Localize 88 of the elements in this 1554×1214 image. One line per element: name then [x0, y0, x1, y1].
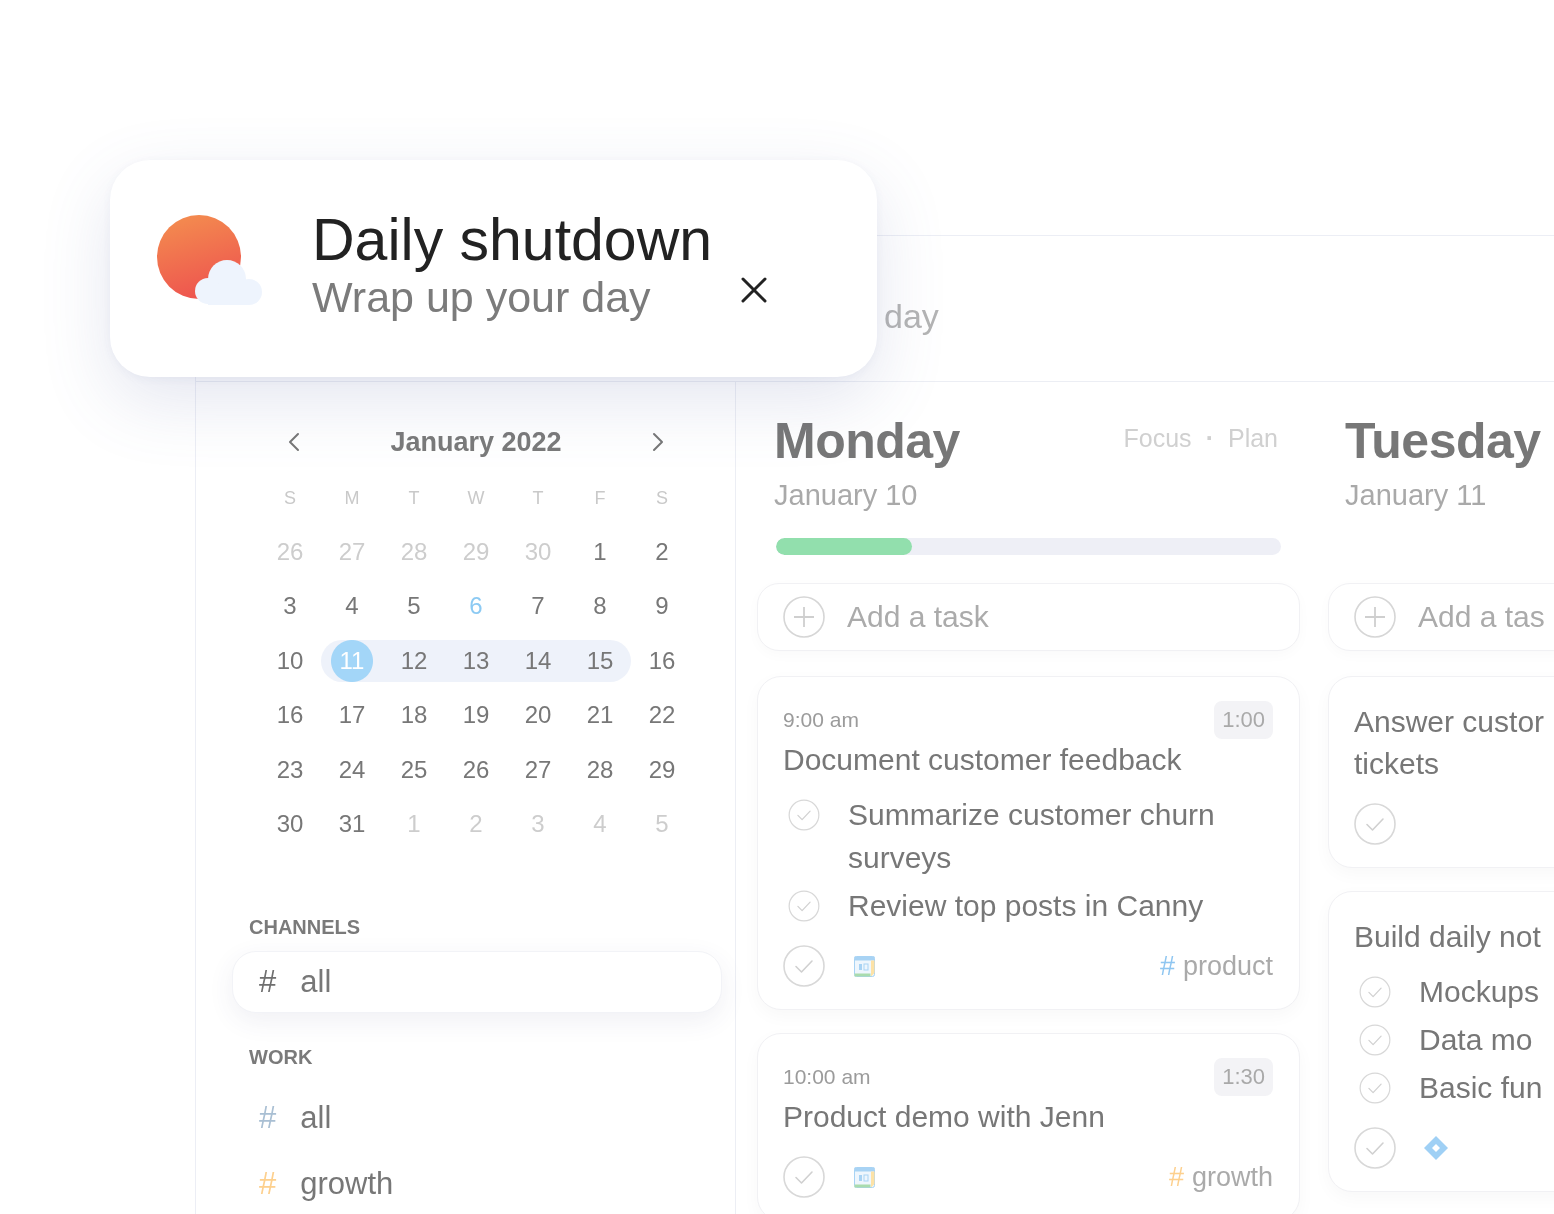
- sun-cloud-icon: [157, 215, 263, 305]
- calendar-day[interactable]: 30: [259, 802, 321, 845]
- subtask-text: Basic fun: [1419, 1070, 1543, 1106]
- calendar-day[interactable]: 14: [507, 639, 569, 682]
- calendar-day[interactable]: 20: [507, 694, 569, 737]
- calendar-day[interactable]: 12: [383, 639, 445, 682]
- check-circle-icon[interactable]: [1359, 975, 1391, 1008]
- task-card[interactable]: Answer custor tickets: [1328, 676, 1554, 868]
- dot-separator: ·: [1205, 423, 1214, 453]
- add-task-button[interactable]: Add a task: [757, 583, 1300, 651]
- calendar-day[interactable]: 17: [321, 694, 383, 737]
- task-card[interactable]: 10:00 am 1:30 Product demo with Jenn # growth: [757, 1033, 1300, 1214]
- day-title: Monday: [774, 412, 960, 471]
- diamond-icon: [1424, 1136, 1448, 1160]
- section-heading: WORK: [249, 1044, 313, 1069]
- day-date: January 11: [1345, 478, 1487, 513]
- check-circle-icon[interactable]: [1354, 1127, 1396, 1169]
- calendar-day[interactable]: 26: [445, 748, 507, 791]
- calendar-day[interactable]: 1: [569, 531, 631, 573]
- calendar-day[interactable]: 31: [321, 802, 383, 845]
- notification-subtitle: Wrap up your day: [312, 272, 651, 322]
- calendar-day[interactable]: 23: [259, 748, 321, 791]
- plus-circle-icon: [783, 596, 825, 638]
- duration-badge: 1:30: [1214, 1058, 1273, 1096]
- subtask-text: Review top posts in Canny: [848, 888, 1204, 924]
- check-circle-icon[interactable]: [1354, 803, 1396, 845]
- task-title: Build daily not: [1354, 919, 1541, 955]
- calendar-day[interactable]: 13: [445, 639, 507, 682]
- calendar-day[interactable]: 19: [445, 694, 507, 737]
- hash-icon: #: [1168, 1160, 1184, 1194]
- notification-title: Daily shutdown: [312, 208, 713, 272]
- calendar-day[interactable]: 16: [631, 639, 693, 682]
- task-card[interactable]: 9:00 am 1:00 Document customer feedback Summarize customer churn surveys Review top posts in Canny # product: [757, 676, 1300, 1010]
- close-icon[interactable]: [741, 277, 767, 303]
- calendar-day[interactable]: 9: [631, 585, 693, 628]
- calendar-day[interactable]: 21: [569, 694, 631, 737]
- calendar-icon: [853, 954, 877, 978]
- duration-badge: 1:00: [1214, 701, 1273, 739]
- calendar-day[interactable]: 22: [631, 694, 693, 737]
- day-date: January 10: [774, 478, 918, 513]
- chevron-left-icon[interactable]: [287, 432, 301, 452]
- task-title: Document customer feedback: [783, 742, 1182, 778]
- check-circle-icon[interactable]: [788, 889, 820, 922]
- calendar-icon: [853, 1165, 877, 1189]
- check-circle-icon[interactable]: [783, 1156, 825, 1198]
- task-card[interactable]: Build daily not Mockups Data mo Basic fun: [1328, 891, 1554, 1192]
- check-circle-icon[interactable]: [788, 798, 820, 831]
- calendar-day[interactable]: 3: [259, 585, 321, 628]
- calendar-day[interactable]: 7: [507, 585, 569, 628]
- subtask-text: Data mo: [1419, 1022, 1533, 1058]
- calendar-day[interactable]: 8: [569, 585, 631, 628]
- channel-item[interactable]: # all: [232, 1086, 722, 1149]
- day-title: Tuesday: [1345, 412, 1541, 471]
- calendar-day[interactable]: 25: [383, 748, 445, 791]
- channel-item[interactable]: # all: [232, 950, 722, 1013]
- calendar-day[interactable]: 18: [383, 694, 445, 737]
- hash-icon: #: [259, 1099, 277, 1136]
- calendar-day[interactable]: 2: [631, 531, 693, 573]
- check-circle-icon[interactable]: [1359, 1023, 1391, 1056]
- subtask-text: Mockups: [1419, 974, 1540, 1010]
- calendar-day[interactable]: 15: [569, 639, 631, 682]
- channel-tag[interactable]: # growth: [1168, 1160, 1273, 1194]
- month-title: January 2022: [390, 426, 562, 459]
- subtask-text: Summarize customer churn surveys: [848, 797, 1216, 876]
- section-heading: CHANNELS: [249, 914, 361, 939]
- calendar-day[interactable]: 28: [569, 748, 631, 791]
- add-task-button[interactable]: Add a tas: [1328, 583, 1554, 651]
- task-time: 10:00 am: [783, 1064, 871, 1090]
- calendar-day[interactable]: 5: [383, 585, 445, 628]
- calendar-day[interactable]: 29: [631, 748, 693, 791]
- hash-icon: #: [259, 963, 277, 1000]
- calendar-day[interactable]: 24: [321, 748, 383, 791]
- calendar-day[interactable]: 16: [259, 694, 321, 737]
- plus-circle-icon: [1354, 596, 1396, 638]
- task-title: Answer custor tickets: [1354, 704, 1545, 782]
- hash-icon: #: [1159, 949, 1175, 983]
- chevron-right-icon[interactable]: [651, 432, 665, 452]
- check-circle-icon[interactable]: [1359, 1071, 1391, 1104]
- calendar-day[interactable]: 27: [507, 748, 569, 791]
- channel-tag[interactable]: # product: [1159, 949, 1273, 983]
- check-circle-icon[interactable]: [783, 945, 825, 987]
- calendar-day[interactable]: 4: [321, 585, 383, 628]
- channel-item[interactable]: # growth: [232, 1152, 722, 1214]
- hash-icon: #: [259, 1165, 277, 1202]
- calendar-day[interactable]: 10: [259, 639, 321, 682]
- task-title: Product demo with Jenn: [783, 1099, 1105, 1135]
- task-time: 9:00 am: [783, 707, 859, 733]
- page-title: day: [884, 296, 939, 336]
